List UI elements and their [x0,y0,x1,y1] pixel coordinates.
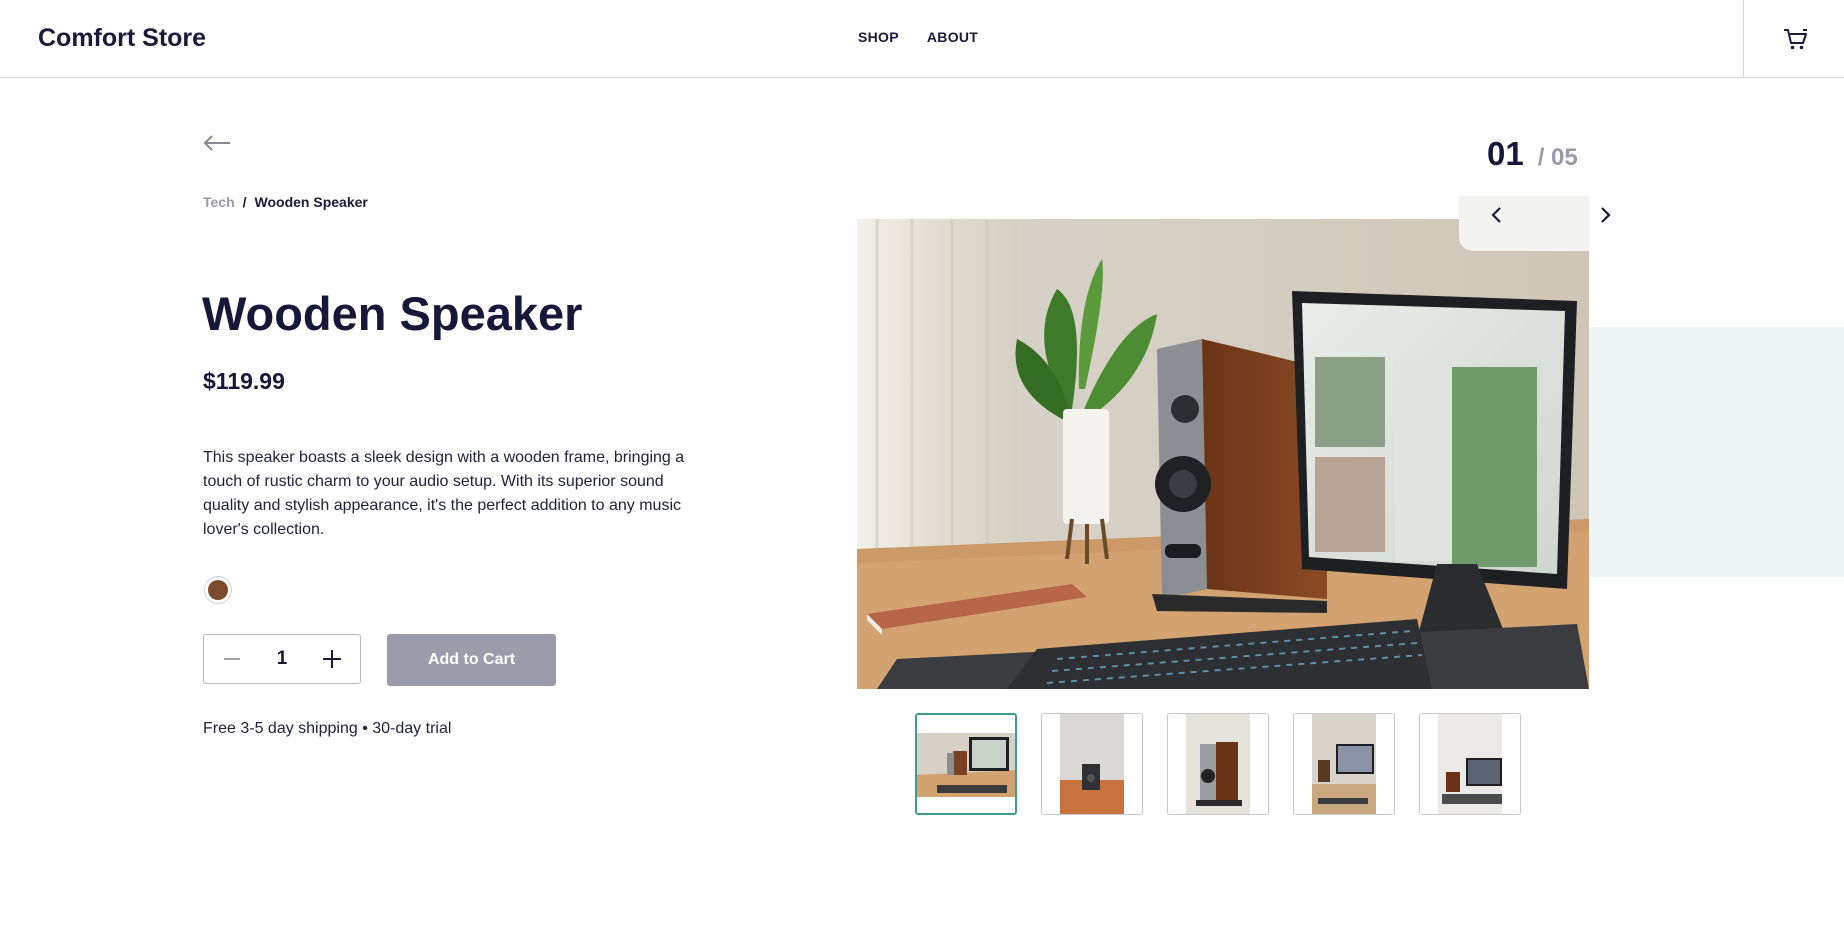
color-swatch[interactable] [204,576,232,604]
cart-button[interactable] [1743,0,1844,77]
next-slide-button[interactable] [1593,203,1617,227]
thumbnail-1[interactable] [915,713,1017,815]
chevron-left-icon [1491,207,1501,223]
decrease-quantity-button[interactable] [222,649,242,669]
slider-controls-bg [1459,196,1589,251]
nav-shop[interactable]: SHOP [858,29,899,45]
thumbnail-strip [915,713,1521,815]
increase-quantity-button[interactable] [322,649,342,669]
arrow-left-icon [203,135,230,151]
product-price: $119.99 [203,368,285,394]
main-product-image [857,219,1589,689]
product-title: Wooden Speaker [202,287,583,340]
plus-icon [322,650,341,668]
slide-current: 01 [1487,135,1524,172]
minus-icon [224,658,240,660]
add-to-cart-button[interactable]: Add to Cart [387,634,556,686]
shipping-info: Free 3-5 day shipping • 30-day trial [203,720,452,737]
product-description: This speaker boasts a sleek design with … [203,449,685,538]
slide-total: / 05 [1537,144,1578,171]
thumbnail-4[interactable] [1293,713,1395,815]
store-logo[interactable]: Comfort Store [38,24,206,53]
main-nav: SHOP ABOUT [858,29,978,45]
thumbnail-3[interactable] [1167,713,1269,815]
back-button[interactable] [202,134,232,157]
chevron-right-icon [1601,207,1611,223]
cart-icon [1783,28,1807,49]
quantity-stepper: 1 [203,634,361,684]
prev-slide-button[interactable] [1485,203,1509,227]
nav-about[interactable]: ABOUT [927,29,978,45]
slide-counter: 01 / 05 [1487,135,1578,173]
breadcrumb-category[interactable]: Tech [203,194,235,210]
thumbnail-2[interactable] [1041,713,1143,815]
breadcrumb-current: Wooden Speaker [254,194,368,210]
quantity-value[interactable]: 1 [277,648,288,670]
site-header: Comfort Store SHOP ABOUT [0,0,1844,78]
thumbnail-5[interactable] [1419,713,1521,815]
color-swatch-dot [208,580,228,600]
breadcrumb: Tech / Wooden Speaker [203,194,368,210]
breadcrumb-separator: / [242,194,247,210]
decorative-band [1589,327,1844,577]
